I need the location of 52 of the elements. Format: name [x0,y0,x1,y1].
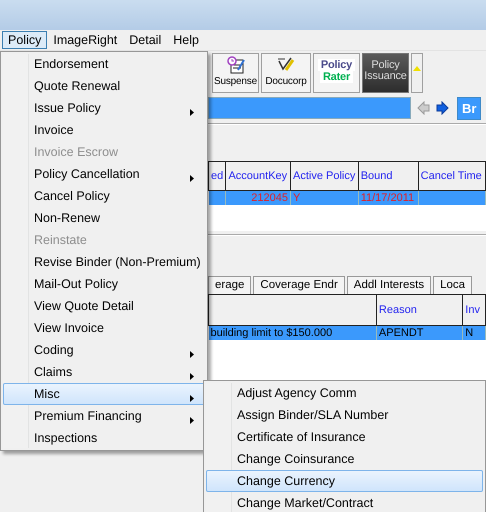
menu-item[interactable]: Change Market/Contract [206,492,483,512]
menu-item[interactable]: Mail-Out Policy [3,273,205,295]
table-cell: 11/17/2011 [358,190,418,205]
menu-item[interactable]: Inspections [3,427,205,449]
pen-check-icon [276,56,296,74]
menu-item[interactable]: Claims [3,361,205,383]
menu-bar-item[interactable]: Help [167,31,205,49]
clipboard-clock-icon [226,56,246,74]
table-cell: 212045 [226,190,290,205]
tab[interactable]: erage [208,276,252,294]
column-header[interactable]: Bound [358,162,418,190]
toolbar-button[interactable]: Docucorp [261,53,311,93]
menu-item[interactable]: Coding [3,339,205,361]
table-cell: Y [290,190,358,205]
menu-item[interactable]: Endorsement [3,53,205,75]
table-cell: building limit to $150.000 [208,326,376,340]
tab[interactable]: Coverage Endr [253,276,345,294]
menu-item[interactable]: Misc [3,383,205,405]
issuance-button[interactable]: Policy Issuance [362,53,409,93]
menu-item[interactable]: Certificate of Insurance [206,426,483,448]
column-header[interactable]: ed [208,162,226,190]
column-header[interactable]: AccountKey [226,162,290,190]
menu-item[interactable]: Revise Binder (Non-Premium) [3,251,205,273]
up-arrow-icon [413,66,421,71]
back-arrow-icon[interactable] [417,101,430,115]
forward-arrow-icon[interactable] [436,101,449,115]
menu-item[interactable]: Cancel Policy [3,185,205,207]
rater-button[interactable]: Policy Rater [313,53,360,93]
menu-item[interactable]: Change Currency [206,470,483,492]
tab[interactable]: Addl Interests [346,276,432,294]
tab[interactable]: Loca [433,276,472,294]
column-header[interactable]: Cancel Time [418,162,486,190]
menu-item[interactable]: View Quote Detail [3,295,205,317]
menu-item[interactable]: View Invoice [3,317,205,339]
column-header[interactable]: Active Policy [290,162,358,190]
menu-bar-item[interactable]: Detail [123,31,168,49]
menu-bar-item[interactable]: ImageRight [47,31,124,49]
menu-item[interactable]: Assign Binder/SLA Number [206,404,483,426]
menu-item[interactable]: Issue Policy [3,97,205,119]
menu-item[interactable]: Invoice [3,119,205,141]
toolbar-button[interactable]: Suspense [212,53,259,93]
column-header[interactable]: Reason [376,294,463,326]
menu-bar-item[interactable]: Policy [2,31,48,49]
menu-item[interactable]: Premium Financing [3,405,205,427]
column-header[interactable]: Inv [462,294,486,326]
scroll-up-button[interactable] [411,53,423,93]
menu-item[interactable]: Policy Cancellation [3,163,205,185]
table-cell: APENDT [376,326,463,340]
menu-item[interactable]: Adjust Agency Comm [206,382,483,404]
menu-item[interactable]: Non-Renew [3,207,205,229]
menu-item[interactable]: Change Coinsurance [206,448,483,470]
menu-item[interactable]: Quote Renewal [3,75,205,97]
